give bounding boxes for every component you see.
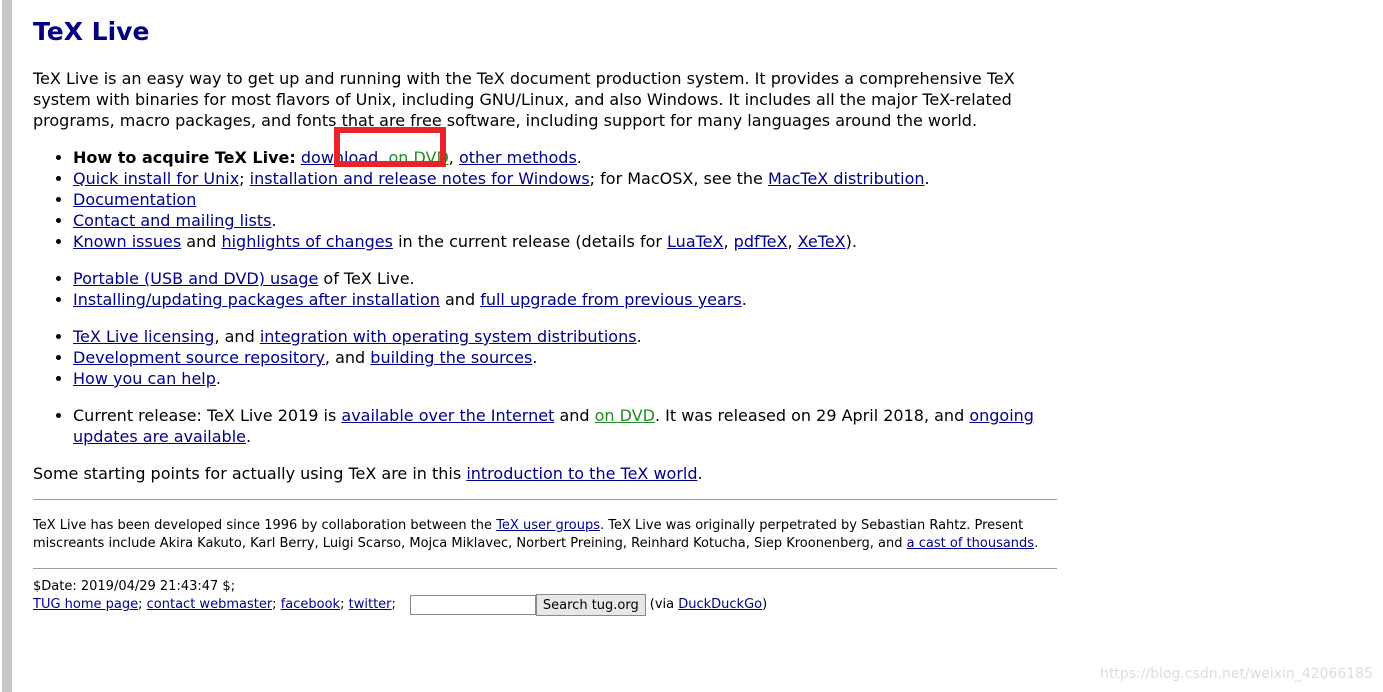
list-item-install: Quick install for Unix; installation and… bbox=[73, 168, 1057, 189]
watermark-text: https://blog.csdn.net/weixin_42066185 bbox=[1099, 666, 1373, 682]
sep-period: . bbox=[576, 148, 582, 167]
other-methods-link[interactable]: other methods bbox=[459, 148, 577, 167]
xetex-link[interactable]: XeTeX bbox=[798, 232, 846, 251]
list-item-current-release: Current release: TeX Live 2019 is availa… bbox=[73, 405, 1057, 447]
search-input[interactable] bbox=[409, 595, 536, 615]
full-upgrade-link[interactable]: full upgrade from previous years bbox=[480, 290, 742, 309]
integration-link[interactable]: integration with operating system distri… bbox=[260, 327, 637, 346]
page-content: TeX Live TeX Live is an easy way to get … bbox=[33, 14, 1057, 616]
release-list: Current release: TeX Live 2019 is availa… bbox=[33, 405, 1057, 447]
and-text: , and bbox=[324, 348, 366, 367]
release-on-dvd-link[interactable]: on DVD bbox=[595, 406, 655, 425]
released-text: . It was released on 29 April 2018, and bbox=[654, 406, 965, 425]
mactex-link[interactable]: MacTeX distribution bbox=[768, 169, 925, 188]
list-item-acquire: How to acquire TeX Live: download, on DV… bbox=[73, 147, 1057, 168]
divider-top bbox=[33, 499, 1057, 500]
building-sources-link[interactable]: building the sources bbox=[370, 348, 532, 367]
pdftex-link[interactable]: pdfTeX bbox=[734, 232, 788, 251]
list-item-portable: Portable (USB and DVD) usage of TeX Live… bbox=[73, 268, 1057, 289]
contact-link[interactable]: Contact and mailing lists bbox=[73, 211, 271, 230]
list-item-help: How you can help. bbox=[73, 368, 1057, 389]
how-you-can-help-link[interactable]: How you can help bbox=[73, 369, 216, 388]
and-text: , and bbox=[214, 327, 255, 346]
installing-updating-link[interactable]: Installing/updating packages after insta… bbox=[73, 290, 440, 309]
sep-semicolon: ; bbox=[138, 597, 143, 612]
credits-text-1: TeX Live has been developed since 1996 b… bbox=[33, 518, 493, 533]
search-button[interactable]: Search tug.org bbox=[535, 594, 646, 616]
highlights-link[interactable]: highlights of changes bbox=[221, 232, 393, 251]
sep-semicolon: ; bbox=[340, 597, 345, 612]
sep-period: . bbox=[1034, 536, 1039, 551]
duckduckgo-link[interactable]: DuckDuckGo bbox=[678, 597, 762, 612]
portable-usage-link[interactable]: Portable (USB and DVD) usage bbox=[73, 269, 318, 288]
credits-paragraph: TeX Live has been developed since 1996 b… bbox=[33, 517, 1057, 553]
sep-comma: , bbox=[448, 148, 454, 167]
sep-period: . bbox=[924, 169, 930, 188]
sep-comma: , bbox=[787, 232, 793, 251]
windows-notes-link[interactable]: installation and release notes for Windo… bbox=[250, 169, 590, 188]
list-item-licensing: TeX Live licensing, and integration with… bbox=[73, 326, 1057, 347]
sep-close: ). bbox=[845, 232, 857, 251]
sep-period: . bbox=[271, 211, 277, 230]
intro-paragraph: TeX Live is an easy way to get up and ru… bbox=[33, 69, 1015, 130]
list-item-contact: Contact and mailing lists. bbox=[73, 210, 1057, 231]
contact-webmaster-link[interactable]: contact webmaster bbox=[147, 597, 273, 612]
portable-list: Portable (USB and DVD) usage of TeX Live… bbox=[33, 268, 1057, 310]
sep-period: . bbox=[532, 348, 538, 367]
of-texlive-text: of TeX Live. bbox=[323, 269, 415, 288]
list-item-development: Development source repository, and build… bbox=[73, 347, 1057, 368]
list-item-updating: Installing/updating packages after insta… bbox=[73, 289, 1057, 310]
sep-period: . bbox=[215, 369, 221, 388]
acquire-label: How to acquire TeX Live: bbox=[73, 148, 296, 167]
current-release-label: Current release: TeX Live 2019 is bbox=[73, 406, 337, 425]
page-title: TeX Live bbox=[33, 17, 150, 46]
sep-period: . bbox=[636, 327, 642, 346]
on-dvd-link[interactable]: on DVD bbox=[388, 148, 448, 167]
cast-of-thousands-link[interactable]: a cast of thousands bbox=[907, 536, 1034, 551]
sep-comma: , bbox=[723, 232, 729, 251]
sep-comma: , bbox=[378, 148, 384, 167]
via-close: ) bbox=[762, 597, 768, 612]
download-link[interactable]: download bbox=[301, 148, 378, 167]
facebook-link[interactable]: facebook bbox=[281, 597, 340, 612]
sep-semicolon: ; bbox=[272, 597, 277, 612]
list-item-known-issues: Known issues and highlights of changes i… bbox=[73, 231, 1057, 252]
window-left-edge bbox=[0, 0, 12, 692]
and-text: and bbox=[186, 232, 217, 251]
luatex-link[interactable]: LuaTeX bbox=[667, 232, 723, 251]
sep-semicolon: ; bbox=[391, 597, 396, 612]
tug-home-link[interactable]: TUG home page bbox=[33, 597, 138, 612]
tex-user-groups-link[interactable]: TeX user groups bbox=[496, 518, 600, 533]
quick-install-unix-link[interactable]: Quick install for Unix bbox=[73, 169, 239, 188]
dev-source-link[interactable]: Development source repository bbox=[73, 348, 325, 367]
acquire-list: How to acquire TeX Live: download, on DV… bbox=[33, 147, 1057, 252]
starting-text: Some starting points for actually using … bbox=[33, 464, 462, 483]
sep-period: . bbox=[741, 290, 747, 309]
intro-tex-world-link[interactable]: introduction to the TeX world bbox=[466, 464, 697, 483]
macosx-text: ; for MacOSX, see the bbox=[589, 169, 763, 188]
and-text: and bbox=[445, 290, 476, 309]
divider-bottom bbox=[33, 568, 1057, 569]
current-release-text: in the current release (details for bbox=[398, 232, 662, 251]
sep-semicolon: ; bbox=[239, 169, 245, 188]
available-internet-link[interactable]: available over the Internet bbox=[341, 406, 554, 425]
documentation-link[interactable]: Documentation bbox=[73, 190, 196, 209]
scrollbar-track[interactable] bbox=[2, 0, 12, 692]
starting-points-paragraph: Some starting points for actually using … bbox=[33, 463, 1057, 484]
twitter-link[interactable]: twitter bbox=[349, 597, 392, 612]
licensing-list: TeX Live licensing, and integration with… bbox=[33, 326, 1057, 389]
list-item-documentation: Documentation bbox=[73, 189, 1057, 210]
licensing-link[interactable]: TeX Live licensing bbox=[73, 327, 214, 346]
and-text: and bbox=[559, 406, 590, 425]
sep-period: . bbox=[697, 464, 703, 483]
via-text: (via bbox=[649, 597, 675, 612]
sep-period: . bbox=[245, 427, 252, 446]
known-issues-link[interactable]: Known issues bbox=[73, 232, 181, 251]
footer-links-row: TUG home page; contact webmaster; facebo… bbox=[33, 594, 1057, 616]
footer: $Date: 2019/04/29 21:43:47 $; TUG home p… bbox=[33, 578, 1057, 616]
